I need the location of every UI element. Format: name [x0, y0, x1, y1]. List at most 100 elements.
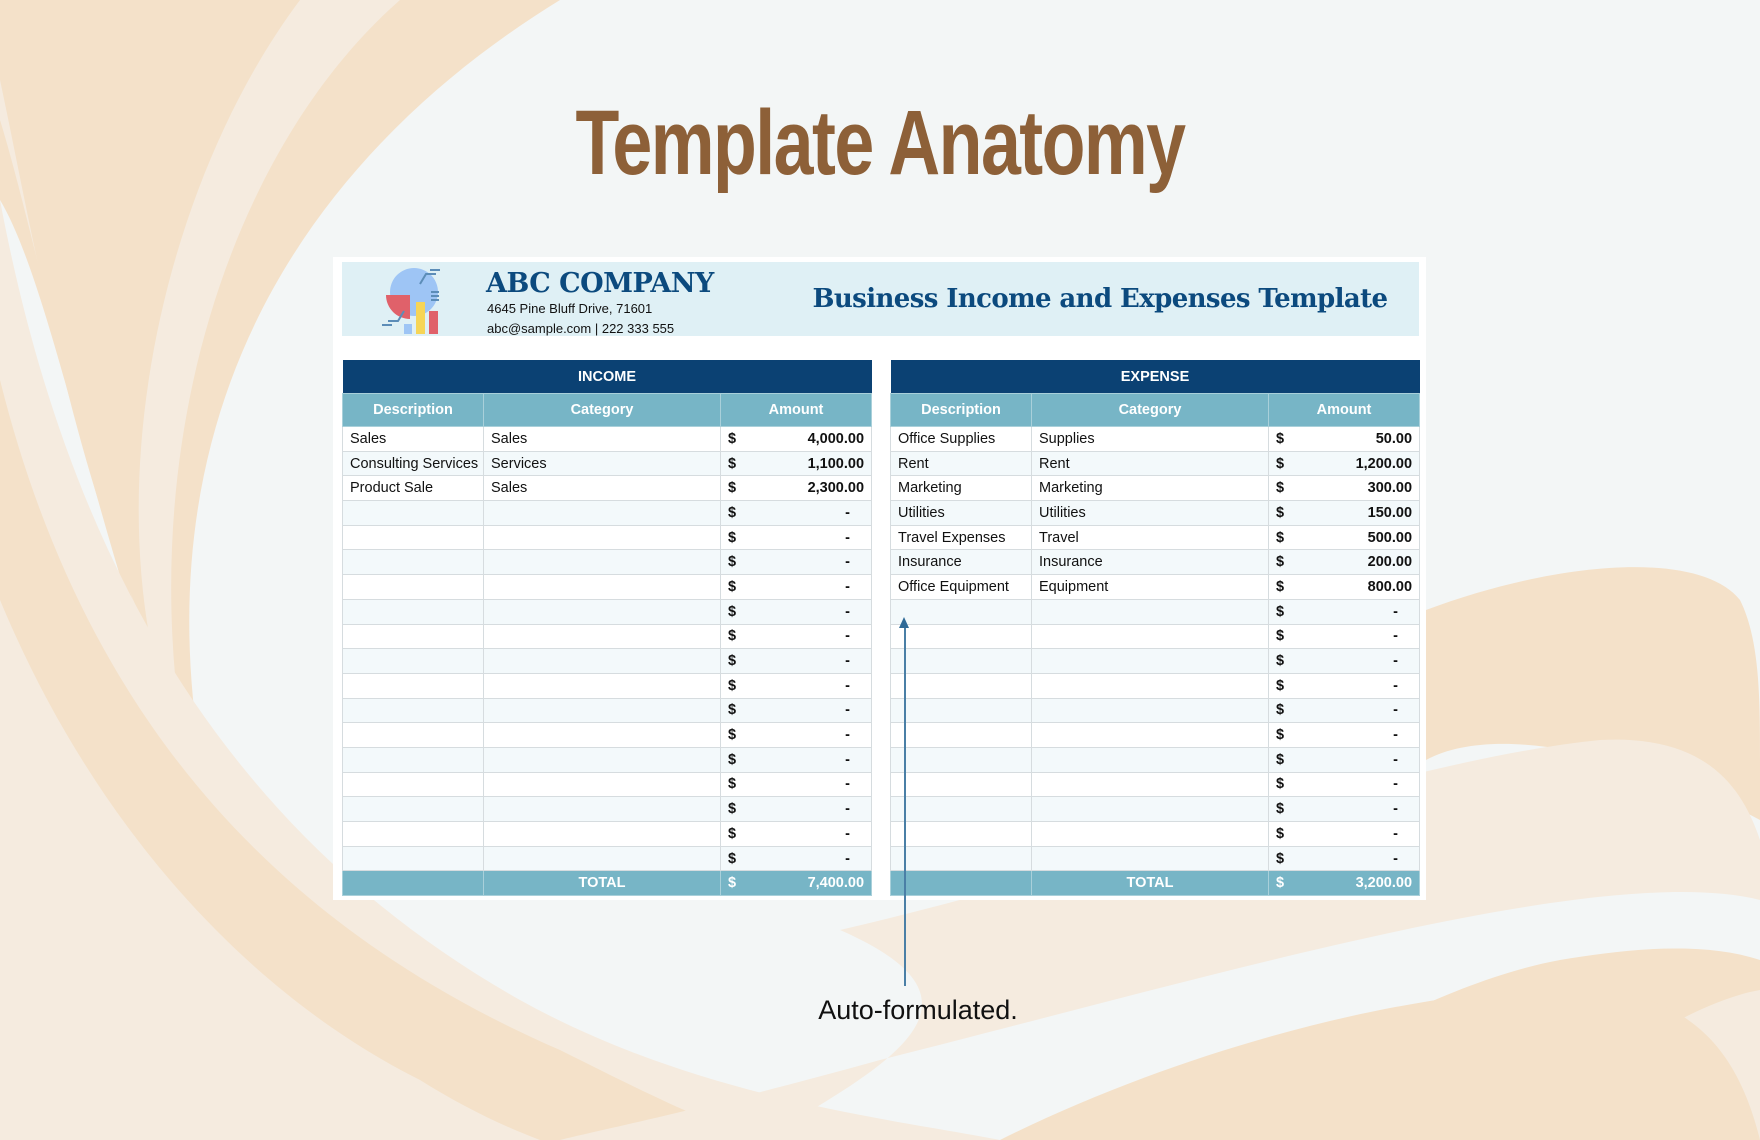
expense-category-cell[interactable] — [1031, 746, 1269, 773]
income-category-cell[interactable] — [483, 722, 721, 748]
expense-amount-cell[interactable]: $150.00 — [1267, 500, 1421, 526]
income-category-cell[interactable]: Services — [483, 450, 721, 477]
income-amount-cell[interactable]: $ - — [719, 821, 873, 847]
income-amount-cell[interactable]: $2,300.00 — [719, 475, 873, 502]
income-amount-cell[interactable]: $ - — [719, 672, 873, 699]
expense-description-cell[interactable] — [890, 623, 1032, 650]
expense-description-cell[interactable]: Utilities — [890, 500, 1032, 526]
expense-amount-cell[interactable]: $300.00 — [1267, 475, 1421, 502]
expense-description-cell[interactable] — [890, 845, 1032, 872]
expense-category-cell[interactable] — [1031, 598, 1269, 625]
expense-amount-cell[interactable]: $ - — [1267, 796, 1421, 822]
income-category-cell[interactable] — [483, 598, 721, 625]
expense-amount-cell[interactable]: $ - — [1267, 598, 1421, 625]
income-category-cell[interactable] — [483, 648, 721, 674]
expense-amount-cell[interactable]: $ - — [1267, 821, 1421, 847]
expense-amount-cell[interactable]: $200.00 — [1267, 549, 1421, 576]
income-amount-cell[interactable]: $ - — [719, 574, 873, 600]
expense-description-cell[interactable] — [890, 598, 1032, 625]
income-description-cell[interactable] — [342, 746, 484, 773]
income-amount-cell[interactable]: $ - — [719, 648, 873, 674]
income-amount-cell[interactable]: $ - — [719, 500, 873, 526]
income-description-cell[interactable] — [342, 796, 484, 822]
income-description-cell[interactable]: Sales — [342, 426, 484, 452]
expense-description-cell[interactable] — [890, 648, 1032, 674]
income-amount-cell[interactable]: $ - — [719, 746, 873, 773]
income-category-cell[interactable] — [483, 746, 721, 773]
income-description-cell[interactable] — [342, 845, 484, 872]
expense-amount-cell[interactable]: $ - — [1267, 771, 1421, 798]
expense-description-cell[interactable] — [890, 821, 1032, 847]
expense-amount-cell[interactable]: $ - — [1267, 623, 1421, 650]
income-amount-cell[interactable]: $ - — [719, 623, 873, 650]
income-category-cell[interactable]: Sales — [483, 426, 721, 452]
expense-category-cell[interactable]: Travel — [1031, 524, 1269, 551]
income-description-cell[interactable] — [342, 722, 484, 748]
income-amount-cell[interactable]: $ - — [719, 722, 873, 748]
income-amount-cell[interactable]: $ - — [719, 524, 873, 551]
expense-category-cell[interactable] — [1031, 697, 1269, 724]
income-amount-cell[interactable]: $ - — [719, 598, 873, 625]
expense-description-cell[interactable] — [890, 771, 1032, 798]
income-category-cell[interactable] — [483, 796, 721, 822]
income-total-cell[interactable]: $ 7,400.00 — [719, 870, 873, 897]
income-category-cell[interactable] — [483, 821, 721, 847]
expense-description-cell[interactable]: Travel Expenses — [890, 524, 1032, 551]
income-amount-cell[interactable]: $ - — [719, 796, 873, 822]
expense-category-cell[interactable] — [1031, 623, 1269, 650]
income-category-cell[interactable] — [483, 845, 721, 872]
expense-category-cell[interactable]: Utilities — [1031, 500, 1269, 526]
expense-description-cell[interactable]: Office Equipment — [890, 574, 1032, 600]
income-description-cell[interactable] — [342, 574, 484, 600]
income-description-cell[interactable] — [342, 549, 484, 576]
income-description-cell[interactable]: Product Sale — [342, 475, 484, 502]
income-amount-cell[interactable]: $ - — [719, 549, 873, 576]
income-category-cell[interactable] — [483, 697, 721, 724]
income-description-cell[interactable] — [342, 697, 484, 724]
expense-amount-cell[interactable]: $ - — [1267, 697, 1421, 724]
income-category-cell[interactable] — [483, 771, 721, 798]
expense-category-cell[interactable] — [1031, 648, 1269, 674]
expense-amount-cell[interactable]: $1,200.00 — [1267, 450, 1421, 477]
expense-category-cell[interactable]: Insurance — [1031, 549, 1269, 576]
income-description-cell[interactable] — [342, 821, 484, 847]
income-category-cell[interactable] — [483, 672, 721, 699]
expense-description-cell[interactable] — [890, 722, 1032, 748]
expense-amount-cell[interactable]: $ - — [1267, 722, 1421, 748]
expense-description-cell[interactable]: Insurance — [890, 549, 1032, 576]
income-description-cell[interactable] — [342, 623, 484, 650]
expense-amount-cell[interactable]: $ - — [1267, 648, 1421, 674]
expense-category-cell[interactable]: Equipment — [1031, 574, 1269, 600]
income-description-cell[interactable] — [342, 672, 484, 699]
income-category-cell[interactable]: Sales — [483, 475, 721, 502]
expense-category-cell[interactable] — [1031, 722, 1269, 748]
income-category-cell[interactable] — [483, 574, 721, 600]
income-description-cell[interactable] — [342, 771, 484, 798]
income-amount-cell[interactable]: $ - — [719, 771, 873, 798]
expense-category-cell[interactable]: Marketing — [1031, 475, 1269, 502]
expense-amount-cell[interactable]: $800.00 — [1267, 574, 1421, 600]
income-category-cell[interactable] — [483, 549, 721, 576]
expense-category-cell[interactable] — [1031, 796, 1269, 822]
expense-category-cell[interactable] — [1031, 672, 1269, 699]
expense-amount-cell[interactable]: $ - — [1267, 746, 1421, 773]
income-description-cell[interactable] — [342, 598, 484, 625]
income-amount-cell[interactable]: $4,000.00 — [719, 426, 873, 452]
income-amount-cell[interactable]: $ - — [719, 845, 873, 872]
expense-description-cell[interactable]: Rent — [890, 450, 1032, 477]
expense-amount-cell[interactable]: $50.00 — [1267, 426, 1421, 452]
expense-description-cell[interactable] — [890, 746, 1032, 773]
expense-description-cell[interactable] — [890, 672, 1032, 699]
income-category-cell[interactable] — [483, 500, 721, 526]
expense-category-cell[interactable]: Rent — [1031, 450, 1269, 477]
expense-total-cell[interactable]: $ 3,200.00 — [1267, 870, 1421, 897]
income-amount-cell[interactable]: $1,100.00 — [719, 450, 873, 477]
income-description-cell[interactable] — [342, 500, 484, 526]
expense-description-cell[interactable] — [890, 796, 1032, 822]
income-amount-cell[interactable]: $ - — [719, 697, 873, 724]
expense-category-cell[interactable] — [1031, 771, 1269, 798]
expense-description-cell[interactable]: Office Supplies — [890, 426, 1032, 452]
expense-category-cell[interactable] — [1031, 845, 1269, 872]
expense-category-cell[interactable] — [1031, 821, 1269, 847]
expense-description-cell[interactable]: Marketing — [890, 475, 1032, 502]
